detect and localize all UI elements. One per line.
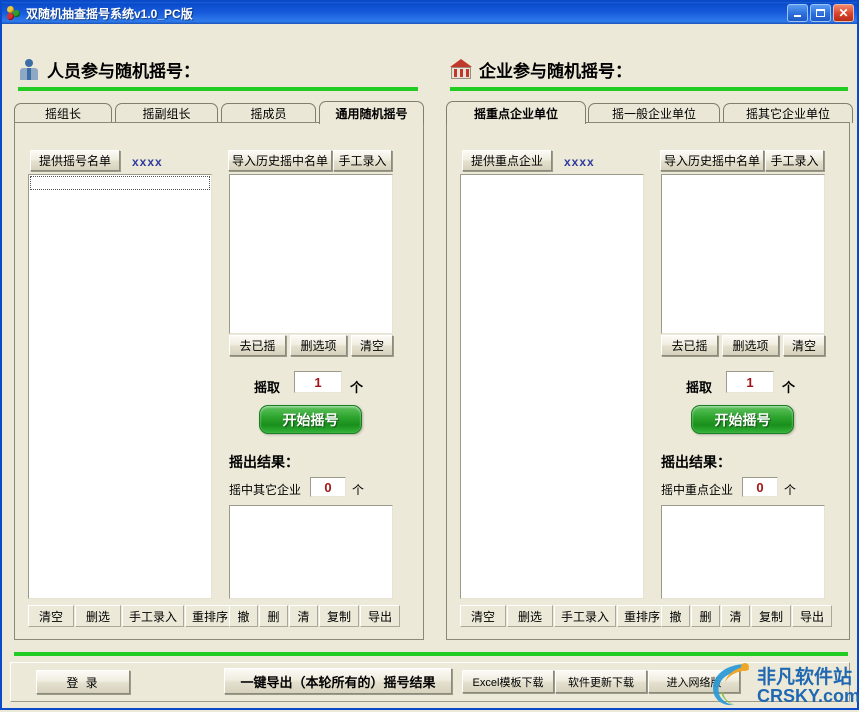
export-all-results-button[interactable]: 一键导出（本轮所有的）摇号结果 <box>224 668 452 694</box>
balls-icon <box>6 5 22 21</box>
resort-button-source-left[interactable]: 重排序 <box>185 605 235 627</box>
login-button[interactable]: 登 录 <box>36 670 130 694</box>
delete-selected-button-source-right[interactable]: 删选 <box>507 605 553 627</box>
delete-button-result-left[interactable]: 删 <box>259 605 288 627</box>
title-bar: 双随机抽查摇号系统v1.0_PC版 ✕ <box>2 2 857 24</box>
right-tabstrip: 摇重点企业单位 摇一般企业单位 摇其它企业单位 <box>446 101 853 124</box>
delete-selected-button-right[interactable]: 删选项 <box>722 335 779 356</box>
manual-entry-button-source-right[interactable]: 手工录入 <box>554 605 616 627</box>
delete-selected-button-source-left[interactable]: 删选 <box>75 605 121 627</box>
clear-button-source-right[interactable]: 清空 <box>460 605 506 627</box>
tab-yaochengyuan[interactable]: 摇成员 <box>221 103 316 123</box>
result-list-left[interactable] <box>229 505 393 599</box>
left-tabstrip: 摇组长 摇副组长 摇成员 通用随机摇号 <box>14 101 424 124</box>
clear-button-right[interactable]: 清空 <box>783 335 825 356</box>
provide-list-button-right[interactable]: 提供重点企业 <box>462 150 552 171</box>
history-list-right[interactable] <box>661 174 825 334</box>
window-controls: ✕ <box>787 4 854 22</box>
draw-count-input-right[interactable]: 1 <box>726 371 774 393</box>
draw-count-unit-left: 个 <box>350 380 364 395</box>
import-history-button-left[interactable]: 导入历史摇中名单 <box>228 150 332 171</box>
manual-entry-button-right[interactable]: 手工录入 <box>765 150 824 171</box>
tab-tongyongsuiji[interactable]: 通用随机摇号 <box>319 101 424 124</box>
window-title: 双随机抽查摇号系统v1.0_PC版 <box>26 6 193 21</box>
import-history-button-right[interactable]: 导入历史摇中名单 <box>660 150 764 171</box>
remove-drawn-button-left[interactable]: 去已摇 <box>229 335 286 356</box>
app-window: 双随机抽查摇号系统v1.0_PC版 ✕ 人员参与随机摇号： 摇组长 摇副组长 摇… <box>0 0 859 710</box>
tab-yaozuzhang[interactable]: 摇组长 <box>14 103 112 123</box>
draw-count-unit-right: 个 <box>782 380 796 395</box>
draw-count-label-right: 摇取 <box>686 380 713 395</box>
excel-template-download-button[interactable]: Excel模板下载 <box>462 670 554 693</box>
remove-drawn-button-right[interactable]: 去已摇 <box>661 335 718 356</box>
provide-list-button-left[interactable]: 提供摇号名单 <box>30 150 120 171</box>
software-update-download-button[interactable]: 软件更新下载 <box>555 670 647 693</box>
tab-other-enterprise[interactable]: 摇其它企业单位 <box>723 103 853 123</box>
undo-button-result-right[interactable]: 撤 <box>661 605 690 627</box>
manual-entry-button-source-left[interactable]: 手工录入 <box>122 605 184 627</box>
copy-button-result-left[interactable]: 复制 <box>319 605 359 627</box>
right-section-header: 企业参与随机摇号： <box>450 58 632 80</box>
result-heading-right: 摇出结果： <box>661 454 731 470</box>
history-list-left[interactable] <box>229 174 393 334</box>
result-list-right[interactable] <box>661 505 825 599</box>
left-section-title: 人员参与随机摇号： <box>47 62 200 81</box>
left-section-divider <box>18 87 418 91</box>
source-link-right[interactable]: xxxx <box>564 155 595 169</box>
start-draw-button-right[interactable]: 开始摇号 <box>691 405 794 434</box>
person-icon <box>18 58 40 80</box>
export-button-result-right[interactable]: 导出 <box>792 605 832 627</box>
start-draw-button-left[interactable]: 开始摇号 <box>259 405 362 434</box>
manual-entry-button-left[interactable]: 手工录入 <box>333 150 392 171</box>
hit-count-unit-left: 个 <box>352 483 365 497</box>
bottom-divider <box>14 652 848 656</box>
delete-button-result-right[interactable]: 删 <box>691 605 720 627</box>
right-section-divider <box>450 87 848 91</box>
bank-icon <box>450 58 472 80</box>
hit-count-unit-right: 个 <box>784 483 797 497</box>
tab-key-enterprise[interactable]: 摇重点企业单位 <box>446 101 586 124</box>
tab-yaofuzuzhang[interactable]: 摇副组长 <box>115 103 218 123</box>
hit-count-label-right: 摇中重点企业 <box>661 483 734 497</box>
hit-count-value-right: 0 <box>742 477 778 497</box>
copy-button-result-right[interactable]: 复制 <box>751 605 791 627</box>
clear-button-result-left[interactable]: 清 <box>289 605 318 627</box>
right-section-title: 企业参与随机摇号： <box>479 62 632 81</box>
clear-button-result-right[interactable]: 清 <box>721 605 750 627</box>
hit-count-label-left: 摇中其它企业 <box>229 483 302 497</box>
clear-button-source-left[interactable]: 清空 <box>28 605 74 627</box>
source-list-left[interactable] <box>28 174 212 599</box>
resort-button-source-right[interactable]: 重排序 <box>617 605 667 627</box>
export-button-result-left[interactable]: 导出 <box>360 605 400 627</box>
hit-count-value-left: 0 <box>310 477 346 497</box>
result-heading-left: 摇出结果： <box>229 454 299 470</box>
minimize-button[interactable] <box>787 4 808 22</box>
maximize-button[interactable] <box>810 4 831 22</box>
source-list-right[interactable] <box>460 174 644 599</box>
draw-count-label-left: 摇取 <box>254 380 281 395</box>
source-link-left[interactable]: xxxx <box>132 155 163 169</box>
draw-count-input-left[interactable]: 1 <box>294 371 342 393</box>
left-section-header: 人员参与随机摇号： <box>18 58 200 80</box>
delete-selected-button-left[interactable]: 删选项 <box>290 335 347 356</box>
undo-button-result-left[interactable]: 撤 <box>229 605 258 627</box>
clear-button-left[interactable]: 清空 <box>351 335 393 356</box>
source-list-focus-row-left[interactable] <box>30 176 210 190</box>
tab-general-enterprise[interactable]: 摇一般企业单位 <box>588 103 720 123</box>
network-version-button[interactable]: 进入网络版 <box>648 670 740 693</box>
close-button[interactable]: ✕ <box>833 4 854 22</box>
